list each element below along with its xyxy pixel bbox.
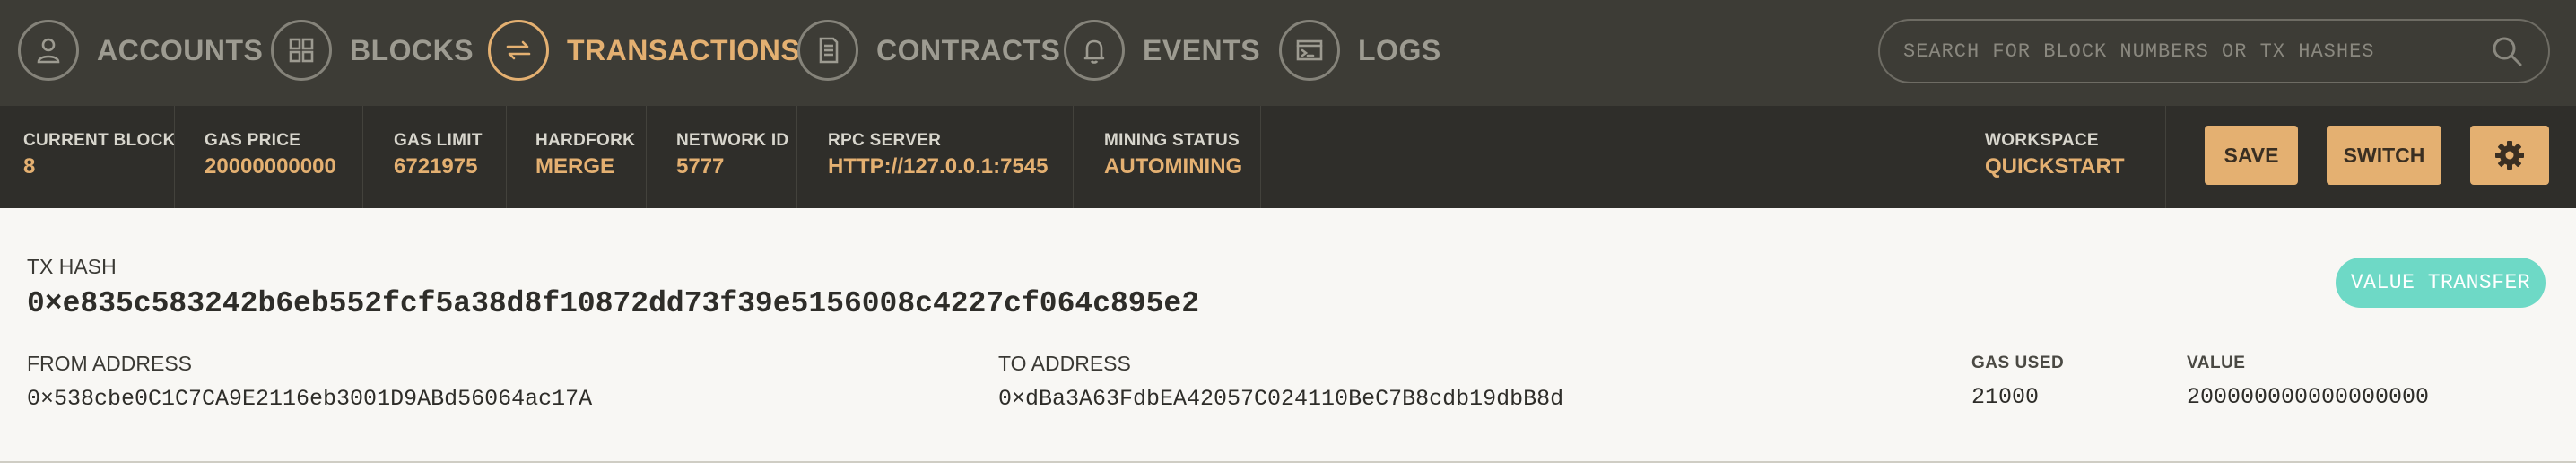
to-address-value: 0×dBa3A63FdbEA42057C024110BeC7B8cdb19dbB… [998, 386, 1564, 412]
divider [362, 106, 363, 208]
divider [796, 106, 797, 208]
transaction-row[interactable]: TX HASH 0×e835c583242b6eb552fcf5a38d8f10… [0, 208, 2576, 461]
stat-gas-price-label: GAS PRICE [205, 131, 301, 150]
divider [2165, 106, 2166, 208]
nav-logs-label: LOGS [1358, 33, 1441, 66]
bell-icon [1064, 20, 1125, 81]
stat-rpc-server: RPC SERVER HTTP://127.0.0.1:7545 [805, 106, 1048, 208]
stat-current-block-label: CURRENT BLOCK [23, 131, 176, 150]
divider [506, 106, 507, 208]
nav-events[interactable]: EVENTS [1064, 17, 1260, 83]
divider [646, 106, 647, 208]
gas-used-value: 21000 [1971, 384, 2040, 410]
status-bar: CURRENT BLOCK 8 GAS PRICE 20000000000 GA… [0, 106, 2576, 208]
user-icon [18, 20, 79, 81]
stat-gas-price-value: 20000000000 [205, 154, 336, 179]
nav-blocks[interactable]: BLOCKS [271, 17, 474, 83]
stat-hardfork-value: MERGE [535, 154, 615, 179]
stat-hardfork-label: HARDFORK [535, 131, 636, 150]
nav-transactions[interactable]: TRANSACTIONS [488, 17, 800, 83]
from-address-value: 0×538cbe0C1C7CA9E2116eb3001D9ABd56064ac1… [27, 386, 593, 412]
blocks-grid-icon [271, 20, 332, 81]
from-address-label: FROM ADDRESS [27, 352, 193, 375]
nav-accounts[interactable]: ACCOUNTS [18, 17, 263, 83]
stat-network-id-label: NETWORK ID [676, 131, 789, 150]
switch-button[interactable]: SWITCH [2327, 126, 2441, 185]
value-label: VALUE [2187, 354, 2246, 372]
stat-mining-status-value: AUTOMINING [1104, 154, 1243, 179]
stat-current-block-value: 8 [23, 154, 36, 179]
stat-hardfork: HARDFORK MERGE [512, 106, 635, 208]
search-icon[interactable] [2489, 33, 2525, 69]
search-input[interactable] [1902, 23, 2489, 79]
stat-current-block: CURRENT BLOCK 8 [0, 106, 176, 208]
tx-hash-value: 0×e835c583242b6eb552fcf5a38d8f10872dd73f… [27, 287, 1200, 320]
top-navigation: ACCOUNTS BLOCKS TRANSACTIONS CONTRACTS E… [0, 0, 2576, 106]
stat-gas-limit-value: 6721975 [394, 154, 478, 179]
nav-accounts-label: ACCOUNTS [97, 33, 264, 66]
gear-icon [2495, 141, 2524, 170]
document-icon [797, 20, 858, 81]
stat-gas-limit: GAS LIMIT 6721975 [370, 106, 483, 208]
nav-logs[interactable]: LOGS [1279, 17, 1441, 83]
stat-rpc-server-label: RPC SERVER [828, 131, 942, 150]
nav-events-label: EVENTS [1143, 33, 1261, 66]
divider [1073, 106, 1074, 208]
tx-type-badge: VALUE TRANSFER [2336, 258, 2546, 308]
settings-button[interactable] [2470, 126, 2549, 185]
tx-hash-label: TX HASH [27, 255, 117, 278]
divider [1260, 106, 1261, 208]
stat-rpc-server-value: HTTP://127.0.0.1:7545 [828, 154, 1049, 179]
stat-mining-status: MINING STATUS AUTOMINING [1081, 106, 1242, 208]
to-address-label: TO ADDRESS [998, 352, 1131, 375]
terminal-icon [1279, 20, 1340, 81]
transfer-arrows-icon [488, 20, 549, 81]
stat-gas-limit-label: GAS LIMIT [394, 131, 483, 150]
nav-contracts[interactable]: CONTRACTS [797, 17, 1060, 83]
nav-blocks-label: BLOCKS [350, 33, 474, 66]
stat-workspace-value: QUICKSTART [1985, 154, 2125, 179]
stat-mining-status-label: MINING STATUS [1104, 131, 1240, 150]
save-button[interactable]: SAVE [2205, 126, 2298, 185]
stat-network-id: NETWORK ID 5777 [653, 106, 788, 208]
stat-gas-price: GAS PRICE 20000000000 [181, 106, 336, 208]
nav-transactions-label: TRANSACTIONS [567, 33, 801, 66]
search-box [1878, 19, 2550, 83]
gas-used-label: GAS USED [1971, 354, 2065, 372]
stat-workspace: WORKSPACE QUICKSTART [1962, 106, 2125, 208]
stat-network-id-value: 5777 [676, 154, 725, 179]
stat-workspace-label: WORKSPACE [1985, 131, 2099, 150]
nav-contracts-label: CONTRACTS [876, 33, 1061, 66]
value-amount: 200000000000000000 [2187, 384, 2430, 410]
divider [174, 106, 175, 208]
